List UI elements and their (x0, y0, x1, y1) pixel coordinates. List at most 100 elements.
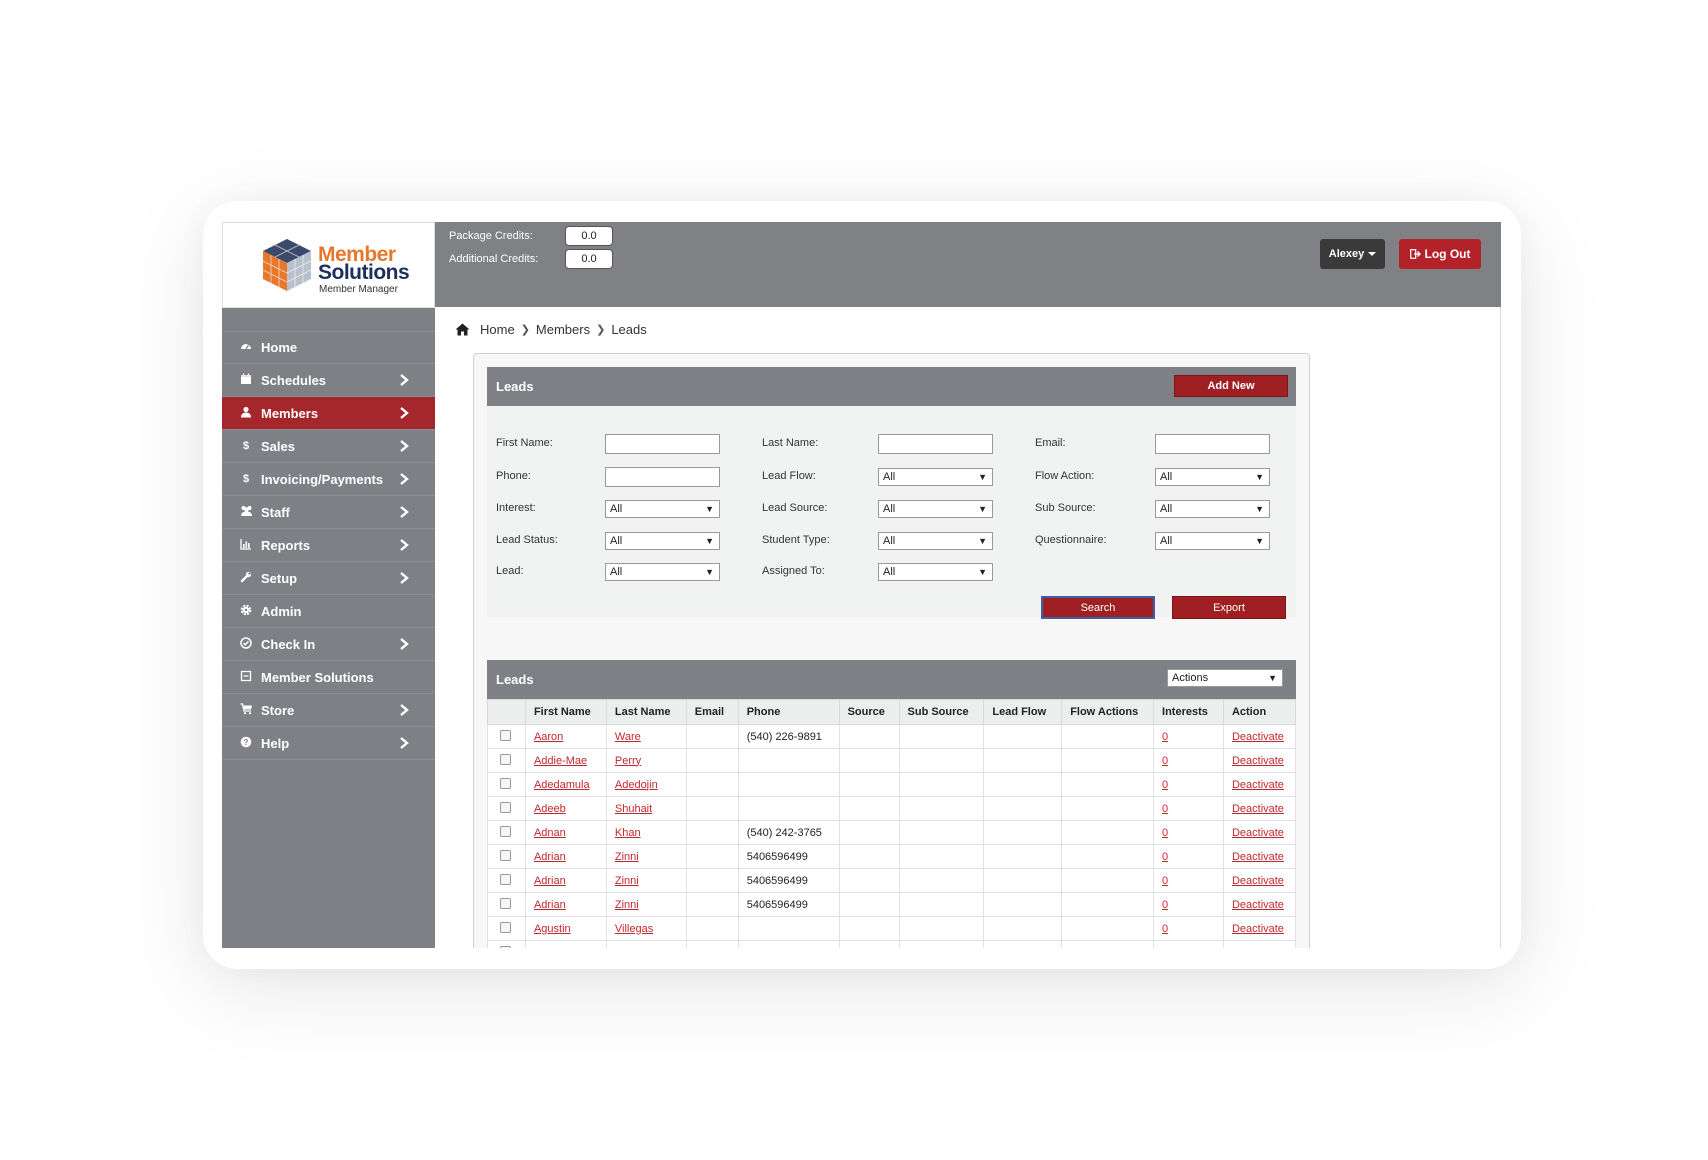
column-header-lead-flow[interactable]: Lead Flow (983, 699, 1063, 725)
deactivate-link[interactable]: Deactivate (1232, 947, 1284, 949)
deactivate-link[interactable]: Deactivate (1232, 923, 1284, 935)
interests-link[interactable]: 0 (1162, 827, 1168, 839)
home-icon[interactable] (455, 323, 470, 336)
email-input[interactable] (1155, 434, 1270, 454)
sidebar-item-help[interactable]: ? Help (222, 727, 435, 760)
sidebar-item-invoicing-payments[interactable]: $ Invoicing/Payments (222, 463, 435, 496)
sidebar-item-home[interactable]: Home (222, 331, 435, 364)
sidebar-item-sales[interactable]: $ Sales (222, 430, 435, 463)
column-header-action[interactable]: Action (1222, 699, 1297, 725)
last-name-link[interactable]: Zinni (615, 875, 639, 887)
column-header-source[interactable]: Source (838, 699, 900, 725)
sidebar-item-reports[interactable]: Reports (222, 529, 435, 562)
last-name-link[interactable]: Zinni (615, 851, 639, 863)
first-name-link[interactable]: Aaron (534, 731, 563, 743)
first-name-link[interactable]: Adrian (534, 875, 566, 887)
interests-link[interactable]: 0 (1162, 779, 1168, 791)
row-checkbox[interactable] (500, 849, 511, 861)
row-checkbox[interactable] (500, 753, 511, 765)
add-new-button[interactable]: Add New (1174, 375, 1288, 397)
row-checkbox[interactable] (500, 921, 511, 933)
column-header-phone[interactable]: Phone (737, 699, 840, 725)
column-header-interests[interactable]: Interests (1153, 699, 1224, 725)
row-checkbox[interactable] (500, 825, 511, 837)
sidebar-item-store[interactable]: Store (222, 694, 435, 727)
lead-source-select[interactable]: All ▼ (878, 500, 993, 518)
interests-link[interactable]: 0 (1162, 923, 1168, 935)
flow-action-select[interactable]: All ▼ (1155, 468, 1270, 486)
deactivate-link[interactable]: Deactivate (1232, 779, 1284, 791)
last-name-link[interactable]: Villegas (615, 923, 653, 935)
lead-status-select[interactable]: All ▼ (605, 532, 720, 550)
last-name-link[interactable]: Adedojin (615, 779, 658, 791)
sidebar-item-check-in[interactable]: Check In (222, 628, 435, 661)
last-name-link[interactable]: Mirza (615, 947, 642, 949)
first-name-link[interactable]: Adeeb (534, 803, 566, 815)
row-checkbox[interactable] (500, 945, 511, 948)
interests-link[interactable]: 0 (1162, 851, 1168, 863)
sidebar-item-staff[interactable]: Staff (222, 496, 435, 529)
last-name-link[interactable]: Khan (615, 827, 641, 839)
interests-link[interactable]: 0 (1162, 899, 1168, 911)
export-button[interactable]: Export (1172, 596, 1286, 619)
deactivate-link[interactable]: Deactivate (1232, 875, 1284, 887)
first-name-link[interactable]: Addie-Mae (534, 755, 587, 767)
interests-link[interactable]: 0 (1162, 731, 1168, 743)
sidebar-item-member-solutions[interactable]: Member Solutions (222, 661, 435, 694)
search-button[interactable]: Search (1041, 596, 1155, 619)
phone-input[interactable] (605, 467, 720, 487)
last-name-input[interactable] (878, 434, 993, 454)
column-header-first-name[interactable]: First Name (524, 699, 607, 725)
interest-select[interactable]: All ▼ (605, 500, 720, 518)
checkbox-cell (487, 892, 526, 917)
lead-flow-select[interactable]: All ▼ (878, 468, 993, 486)
lead-select[interactable]: All ▼ (605, 563, 720, 581)
last-name-link[interactable]: Perry (615, 755, 641, 767)
sidebar-item-schedules[interactable]: Schedules (222, 364, 435, 397)
row-checkbox[interactable] (500, 897, 511, 909)
last-name-link[interactable]: Zinni (615, 899, 639, 911)
deactivate-cell: Deactivate (1222, 892, 1297, 917)
sub-source-select[interactable]: All ▼ (1155, 500, 1270, 518)
interests-link[interactable]: 0 (1162, 755, 1168, 767)
logo[interactable]: Member Solutions Member Manager (222, 222, 435, 308)
sidebar-item-members[interactable]: Members (222, 397, 435, 430)
deactivate-link[interactable]: Deactivate (1232, 755, 1284, 767)
column-header-flow-actions[interactable]: Flow Actions (1061, 699, 1155, 725)
breadcrumb-members[interactable]: Members (536, 322, 590, 337)
deactivate-link[interactable]: Deactivate (1232, 731, 1284, 743)
first-name-link[interactable]: Adrian (534, 851, 566, 863)
sub-source-cell (898, 820, 985, 845)
first-name-link[interactable]: Adnan (534, 827, 566, 839)
interests-link[interactable]: 0 (1162, 803, 1168, 815)
interests-link[interactable]: 0 (1162, 947, 1168, 949)
deactivate-link[interactable]: Deactivate (1232, 827, 1284, 839)
column-header-sub-source[interactable]: Sub Source (898, 699, 985, 725)
sidebar-item-admin[interactable]: Admin (222, 595, 435, 628)
row-checkbox[interactable] (500, 777, 511, 789)
breadcrumb-home[interactable]: Home (480, 322, 515, 337)
user-menu-button[interactable]: Alexey (1320, 239, 1385, 269)
last-name-link[interactable]: Shuhait (615, 803, 652, 815)
assigned-to-select[interactable]: All ▼ (878, 563, 993, 581)
first-name-link[interactable]: Ahmad (534, 947, 569, 949)
first-name-input[interactable] (605, 434, 720, 454)
questionnaire-select[interactable]: All ▼ (1155, 532, 1270, 550)
actions-select[interactable]: Actions ▼ (1167, 669, 1283, 687)
interests-link[interactable]: 0 (1162, 875, 1168, 887)
deactivate-link[interactable]: Deactivate (1232, 899, 1284, 911)
first-name-link[interactable]: Adedamula (534, 779, 590, 791)
student-type-select[interactable]: All ▼ (878, 532, 993, 550)
first-name-link[interactable]: Adrian (534, 899, 566, 911)
last-name-link[interactable]: Ware (615, 731, 641, 743)
row-checkbox[interactable] (500, 873, 511, 885)
first-name-link[interactable]: Agustin (534, 923, 571, 935)
deactivate-link[interactable]: Deactivate (1232, 803, 1284, 815)
logout-button[interactable]: Log Out (1399, 239, 1481, 269)
column-header-email[interactable]: Email (685, 699, 739, 725)
row-checkbox[interactable] (500, 801, 511, 813)
deactivate-link[interactable]: Deactivate (1232, 851, 1284, 863)
sidebar-item-setup[interactable]: Setup (222, 562, 435, 595)
row-checkbox[interactable] (500, 729, 511, 741)
column-header-last-name[interactable]: Last Name (605, 699, 687, 725)
